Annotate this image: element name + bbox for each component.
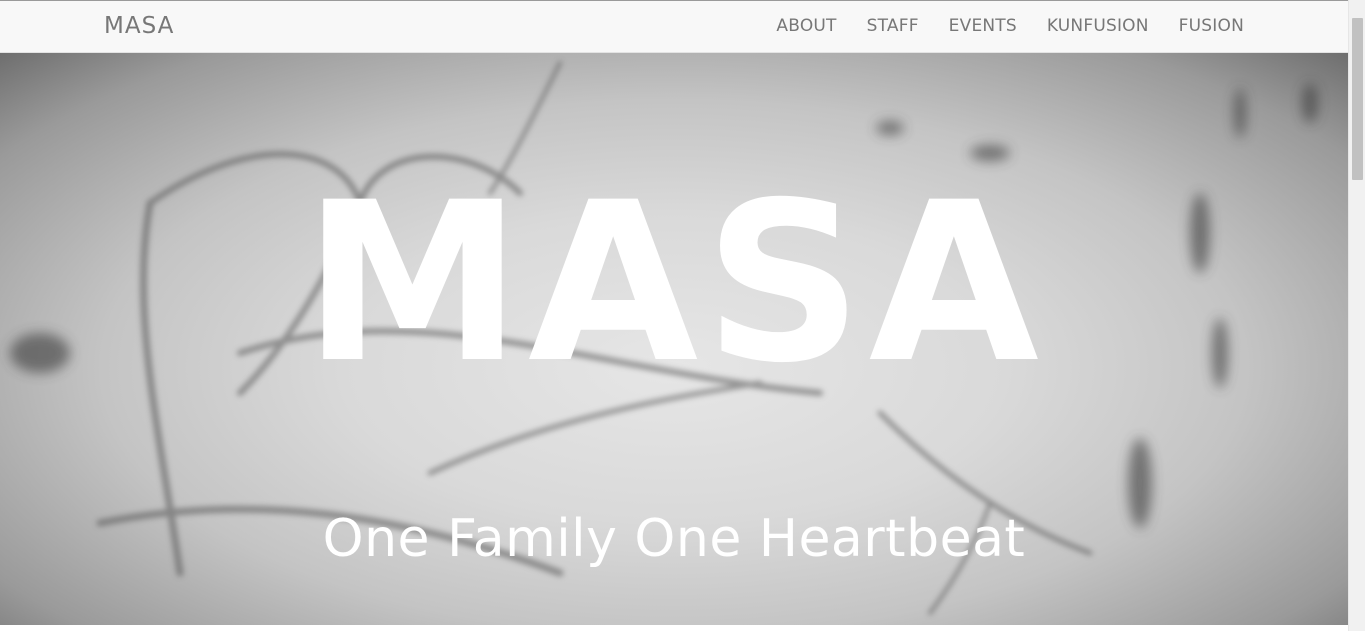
nav-link-staff[interactable]: STAFF [867,16,919,36]
hero-section: MASA One Family One Heartbeat [0,53,1348,625]
scrollbar-thumb[interactable] [1352,18,1363,180]
hero-title: MASA [303,155,1045,411]
vertical-scrollbar[interactable] [1348,0,1365,631]
hero-tagline: One Family One Heartbeat [322,509,1026,569]
navbar: MASA ABOUT STAFF EVENTS KUNFUSION FUSION [0,0,1348,53]
page: MASA ABOUT STAFF EVENTS KUNFUSION FUSION [0,0,1348,631]
page-bottom-edge [0,625,1348,631]
nav-link-events[interactable]: EVENTS [949,16,1017,36]
nav-link-about[interactable]: ABOUT [776,16,836,36]
nav-link-fusion[interactable]: FUSION [1179,16,1244,36]
nav-links: ABOUT STAFF EVENTS KUNFUSION FUSION [746,16,1244,36]
nav-link-kunfusion[interactable]: KUNFUSION [1047,16,1149,36]
brand-logo-link[interactable]: MASA [104,13,174,39]
